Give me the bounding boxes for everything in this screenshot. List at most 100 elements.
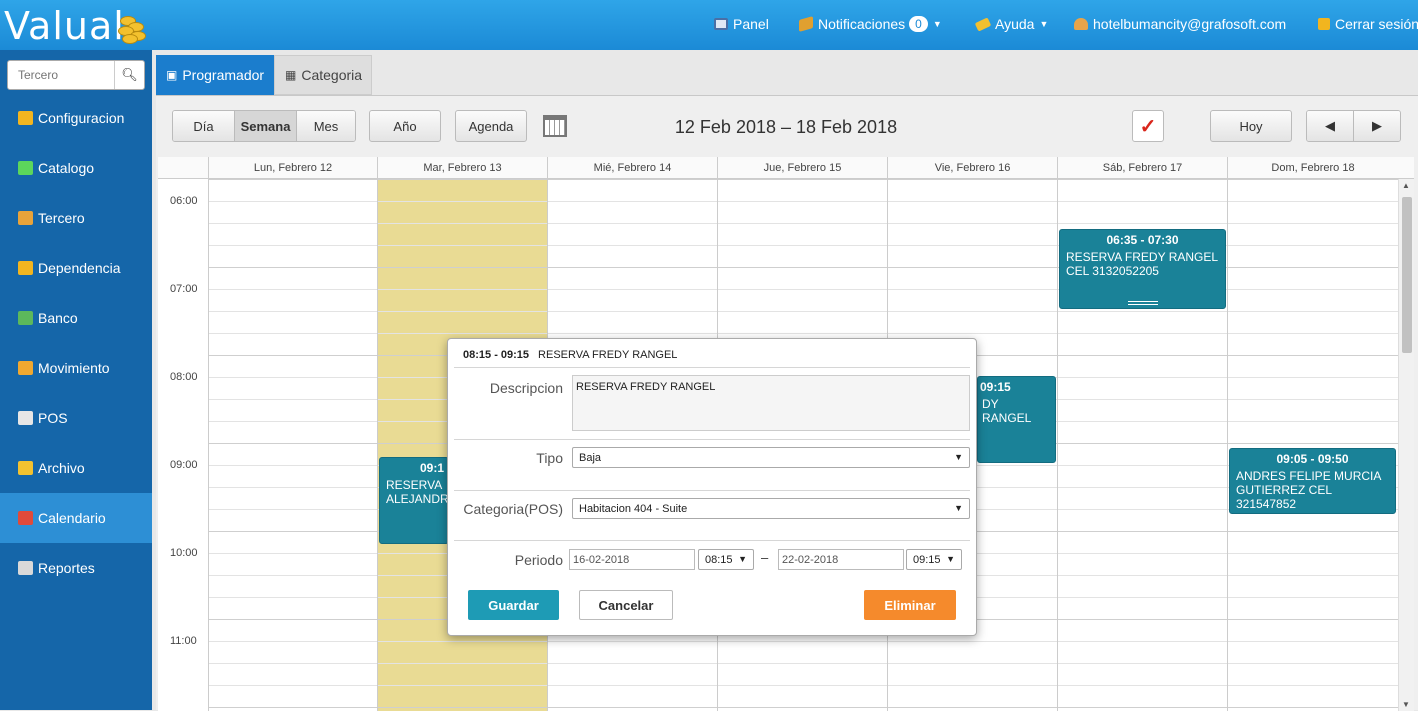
cancel-button[interactable]: Cancelar [579,590,673,620]
prev-week-button[interactable]: ◀ [1307,111,1354,141]
tipo-select[interactable]: Baja ▼ [572,447,970,468]
dialog-title: 08:15 - 09:15 RESERVA FREDY RANGEL [463,349,677,361]
gear-icon [18,111,33,125]
grid-line [208,311,1398,312]
descripcion-textarea[interactable]: RESERVA FREDY RANGEL [572,375,970,431]
view-day-button[interactable]: Día [173,111,235,141]
search-button[interactable]: 🔍︎ [114,61,144,89]
nav-user[interactable]: hotelbumancity@grafosoft.com [1074,16,1286,32]
lock-icon [1318,18,1330,30]
divider [454,540,970,541]
nav-notificaciones[interactable]: Notificaciones 0 ▼ [799,16,942,32]
chevron-down-icon: ▼ [954,452,963,462]
nav-ayuda-label: Ayuda [995,16,1035,32]
export-pdf-button[interactable]: ✓ [1132,110,1164,142]
blocks-icon [18,261,33,275]
notification-count-badge: 0 [909,16,928,32]
scrollbar-thumb[interactable] [1402,197,1412,353]
sidebar-item-calendario[interactable]: Calendario [0,493,152,543]
calendar-icon: ▣ [166,68,178,82]
bank-icon [18,311,33,325]
view-week-button[interactable]: Semana [235,111,297,141]
categoria-value: Habitacion 404 - Suite [579,502,688,515]
coins-logo-icon [116,14,150,44]
view-month-button[interactable]: Mes [297,111,355,141]
time-label: 08:00 [170,371,198,383]
tab-programador[interactable]: ▣ Programador [156,55,274,95]
chevron-down-icon: ▼ [946,554,955,564]
nav-panel[interactable]: Panel [714,16,769,32]
start-time-value: 08:15 [705,553,733,566]
sidebar-menu: Configuracion Catalogo Tercero Dependencia B… [0,93,152,593]
scroll-down-icon[interactable]: ▼ [1402,700,1410,709]
event-edit-dialog: 08:15 - 09:15 RESERVA FREDY RANGEL Descri… [447,338,977,636]
view-agenda-button[interactable]: Agenda [455,110,527,142]
nav-logout[interactable]: Cerrar sesión [1318,16,1418,32]
column-divider [1227,179,1228,711]
sidebar-item-pos[interactable]: POS [0,393,152,443]
chevron-down-icon: ▼ [738,554,747,564]
sidebar-item-movimiento[interactable]: Movimiento [0,343,152,393]
pdf-icon: ✓ [1139,115,1157,138]
period-dash: – [761,550,769,565]
calendar-scrollbar[interactable]: ▲ ▼ [1398,179,1414,711]
calendar-event[interactable]: 06:35 - 07:30 RESERVA FREDY RANGEL CEL 3… [1059,229,1226,309]
scroll-up-icon[interactable]: ▲ [1402,181,1410,190]
start-time-select[interactable]: 08:15 ▼ [698,549,754,570]
search-input[interactable] [8,61,114,89]
calendar-event[interactable]: 09:05 - 09:50 ANDRES FELIPE MURCIA GUTIE… [1229,448,1396,514]
end-date-input[interactable]: 22-02-2018 [778,549,904,570]
nav-arrows: ◀ ▶ [1306,110,1401,142]
calendar-event[interactable]: 09:1 RESERVA ALEJANDR [379,457,449,544]
grid-line [208,201,1398,202]
sidebar-item-dependencia[interactable]: Dependencia [0,243,152,293]
save-button[interactable]: Guardar [468,590,559,620]
tab-programador-label: Programador [182,67,265,83]
sidebar-item-reportes[interactable]: Reportes [0,543,152,593]
divider [454,490,970,491]
grid-line [208,179,1398,180]
end-time-value: 09:15 [913,553,941,566]
app-logo[interactable]: Valual [4,4,125,48]
sidebar-item-configuracion[interactable]: Configuracion [0,93,152,143]
time-label: 06:00 [170,195,198,207]
megaphone-icon [799,16,813,32]
resize-handle[interactable] [1128,301,1158,305]
date-picker-icon[interactable] [543,115,567,137]
view-switcher: Día Semana Mes [172,110,356,142]
day-header: Vie, Febrero 16 [887,157,1057,179]
delete-button[interactable]: Eliminar [864,590,956,620]
categoria-select[interactable]: Habitacion 404 - Suite ▼ [572,498,970,519]
sidebar-item-label: Movimiento [38,360,110,376]
nav-notificaciones-label: Notificaciones [818,16,906,32]
next-week-button[interactable]: ▶ [1354,111,1400,141]
event-title: ANDRES FELIPE MURCIA GUTIERREZ CEL 32154… [1236,469,1381,511]
sidebar-item-label: Configuracion [38,110,125,126]
event-title: RESERVA FREDY RANGEL CEL 3132052205 [1066,250,1218,278]
event-title: RESERVA ALEJANDR [386,478,449,506]
sidebar-item-archivo[interactable]: Archivo [0,443,152,493]
today-button[interactable]: Hoy [1210,110,1292,142]
sidebar-item-label: Calendario [38,510,106,526]
day-header: Mié, Febrero 14 [547,157,717,179]
sidebar-item-banco[interactable]: Banco [0,293,152,343]
calendar-event[interactable]: 09:15 DY RANGEL [977,376,1056,463]
sidebar-item-catalogo[interactable]: Catalogo [0,143,152,193]
sidebar-item-tercero[interactable]: Tercero [0,193,152,243]
divider [454,367,970,368]
nav-ayuda[interactable]: Ayuda ▼ [974,16,1048,32]
periodo-label: Periodo [514,552,563,568]
start-date-input[interactable]: 16-02-2018 [569,549,695,570]
categoria-label: Categoria(POS) [463,501,563,517]
column-divider [377,179,378,711]
end-time-select[interactable]: 09:15 ▼ [906,549,962,570]
tipo-value: Baja [579,451,602,464]
event-time: 06:35 - 07:30 [1106,233,1179,247]
search-icon: 🔍︎ [121,67,138,82]
grid-line [208,223,1398,224]
event-time: 09:05 - 09:50 [1276,452,1349,466]
event-time: 09:1 [419,461,444,475]
tab-categoria-label: Categoria [301,67,363,83]
tab-categoria[interactable]: ▦ Categoria [274,55,372,95]
view-year-button[interactable]: Año [369,110,441,142]
